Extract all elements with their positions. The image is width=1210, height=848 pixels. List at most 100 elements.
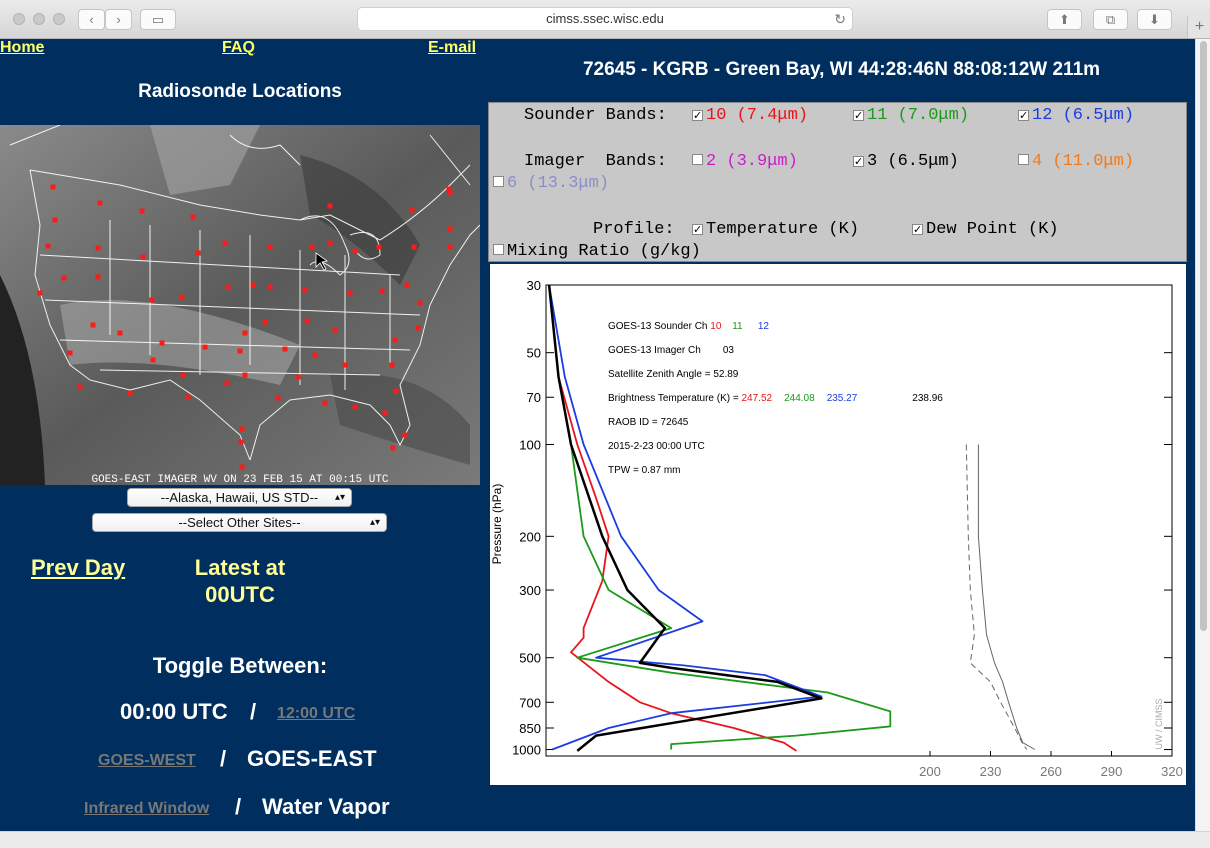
checkbox[interactable]: ✓ [692, 110, 703, 121]
station-marker[interactable] [404, 282, 410, 288]
prev-day-link[interactable]: Prev Day [31, 555, 125, 581]
goes-west-link[interactable]: GOES-WEST [98, 752, 196, 770]
station-marker[interactable] [447, 244, 453, 250]
station-marker[interactable] [302, 287, 308, 293]
station-marker[interactable] [382, 410, 388, 416]
forward-button[interactable]: › [105, 9, 132, 30]
station-marker[interactable] [312, 352, 318, 358]
other-sites-select[interactable]: --Select Other Sites-- ▴▾ [92, 513, 387, 532]
imager-band-6[interactable]: 6 (13.3μm) [493, 174, 609, 193]
station-marker[interactable] [202, 344, 208, 350]
station-marker[interactable] [190, 214, 196, 220]
checkbox[interactable]: ✓ [853, 156, 864, 167]
station-marker[interactable] [352, 248, 358, 254]
checkbox[interactable] [1018, 154, 1029, 165]
radiosonde-map[interactable]: GOES-EAST IMAGER WV ON 23 FEB 15 AT 00:1… [0, 125, 480, 485]
vertical-scrollbar[interactable] [1195, 39, 1210, 831]
station-marker[interactable] [242, 330, 248, 336]
profile-dewpoint[interactable]: ✓ Dew Point (K) [912, 220, 1059, 239]
reload-icon[interactable]: ↻ [834, 8, 846, 30]
station-marker[interactable] [239, 426, 245, 432]
faq-link[interactable]: FAQ [222, 39, 255, 57]
minimize-window-icon[interactable] [33, 13, 45, 25]
station-marker[interactable] [267, 284, 273, 290]
checkbox[interactable] [493, 176, 504, 187]
station-marker[interactable] [67, 350, 73, 356]
station-marker[interactable] [415, 325, 421, 331]
station-marker[interactable] [50, 184, 56, 190]
checkbox[interactable] [493, 244, 504, 255]
station-marker[interactable] [262, 319, 268, 325]
station-marker[interactable] [242, 372, 248, 378]
station-marker[interactable] [180, 372, 186, 378]
downloads-button[interactable]: ⬇ [1137, 9, 1172, 30]
station-marker[interactable] [304, 318, 310, 324]
scrollbar-thumb[interactable] [1200, 41, 1207, 631]
tabs-button[interactable]: ⧉ [1093, 9, 1128, 30]
station-marker[interactable] [411, 244, 417, 250]
station-marker[interactable] [95, 274, 101, 280]
station-marker[interactable] [409, 207, 415, 213]
sounder-band-10[interactable]: ✓ 10 (7.4μm) [692, 106, 808, 125]
back-button[interactable]: ‹ [78, 9, 105, 30]
region-select[interactable]: --Alaska, Hawaii, US STD-- ▴▾ [127, 488, 352, 507]
station-marker[interactable] [237, 348, 243, 354]
checkbox[interactable]: ✓ [692, 224, 703, 235]
share-button[interactable]: ⬆ [1047, 9, 1082, 30]
station-marker[interactable] [95, 245, 101, 251]
station-marker[interactable] [238, 439, 244, 445]
station-marker[interactable] [295, 374, 301, 380]
station-marker[interactable] [322, 400, 328, 406]
station-marker[interactable] [45, 243, 51, 249]
sidebar-button[interactable]: ▭ [140, 9, 176, 30]
checkbox[interactable]: ✓ [1018, 110, 1029, 121]
station-marker[interactable] [393, 388, 399, 394]
station-marker[interactable] [127, 390, 133, 396]
station-marker[interactable] [250, 282, 256, 288]
imager-band-3[interactable]: ✓ 3 (6.5μm) [853, 152, 959, 171]
profile-temperature[interactable]: ✓ Temperature (K) [692, 220, 859, 239]
station-marker[interactable] [327, 203, 333, 209]
home-link[interactable]: Home [0, 39, 44, 57]
station-marker[interactable] [392, 337, 398, 343]
station-marker[interactable] [222, 240, 228, 246]
station-marker[interactable] [390, 445, 396, 451]
checkbox[interactable]: ✓ [853, 110, 864, 121]
station-marker[interactable] [352, 404, 358, 410]
station-marker[interactable] [97, 200, 103, 206]
email-link[interactable]: E-mail [428, 39, 476, 57]
address-bar[interactable]: cimss.ssec.wisc.edu ↻ [357, 7, 853, 31]
station-marker[interactable] [417, 300, 423, 306]
station-marker[interactable] [447, 190, 453, 196]
station-marker[interactable] [185, 394, 191, 400]
station-marker[interactable] [179, 294, 185, 300]
station-marker[interactable] [389, 362, 395, 368]
station-marker[interactable] [347, 290, 353, 296]
station-marker[interactable] [224, 380, 230, 386]
imager-band-4[interactable]: 4 (11.0μm) [1018, 152, 1134, 171]
station-marker[interactable] [342, 362, 348, 368]
profile-mixing-ratio[interactable]: Mixing Ratio (g/kg) [493, 242, 701, 261]
station-marker[interactable] [52, 217, 58, 223]
sounder-band-11[interactable]: ✓ 11 (7.0μm) [853, 106, 969, 125]
station-marker[interactable] [309, 244, 315, 250]
utc-12-link[interactable]: 12:00 UTC [277, 705, 355, 723]
station-marker[interactable] [195, 250, 201, 256]
station-marker[interactable] [267, 244, 273, 250]
station-marker[interactable] [77, 384, 83, 390]
infrared-window-link[interactable]: Infrared Window [84, 800, 209, 818]
close-window-icon[interactable] [13, 13, 25, 25]
zoom-window-icon[interactable] [53, 13, 65, 25]
checkbox[interactable]: ✓ [912, 224, 923, 235]
station-marker[interactable] [61, 275, 67, 281]
station-marker[interactable] [139, 208, 145, 214]
station-marker[interactable] [150, 357, 156, 363]
station-marker[interactable] [37, 290, 43, 296]
station-marker[interactable] [379, 288, 385, 294]
station-marker[interactable] [117, 330, 123, 336]
station-marker[interactable] [327, 240, 333, 246]
station-marker[interactable] [225, 284, 231, 290]
new-tab-button[interactable]: + [1187, 16, 1210, 38]
sounder-band-12[interactable]: ✓ 12 (6.5μm) [1018, 106, 1134, 125]
station-marker[interactable] [447, 226, 453, 232]
